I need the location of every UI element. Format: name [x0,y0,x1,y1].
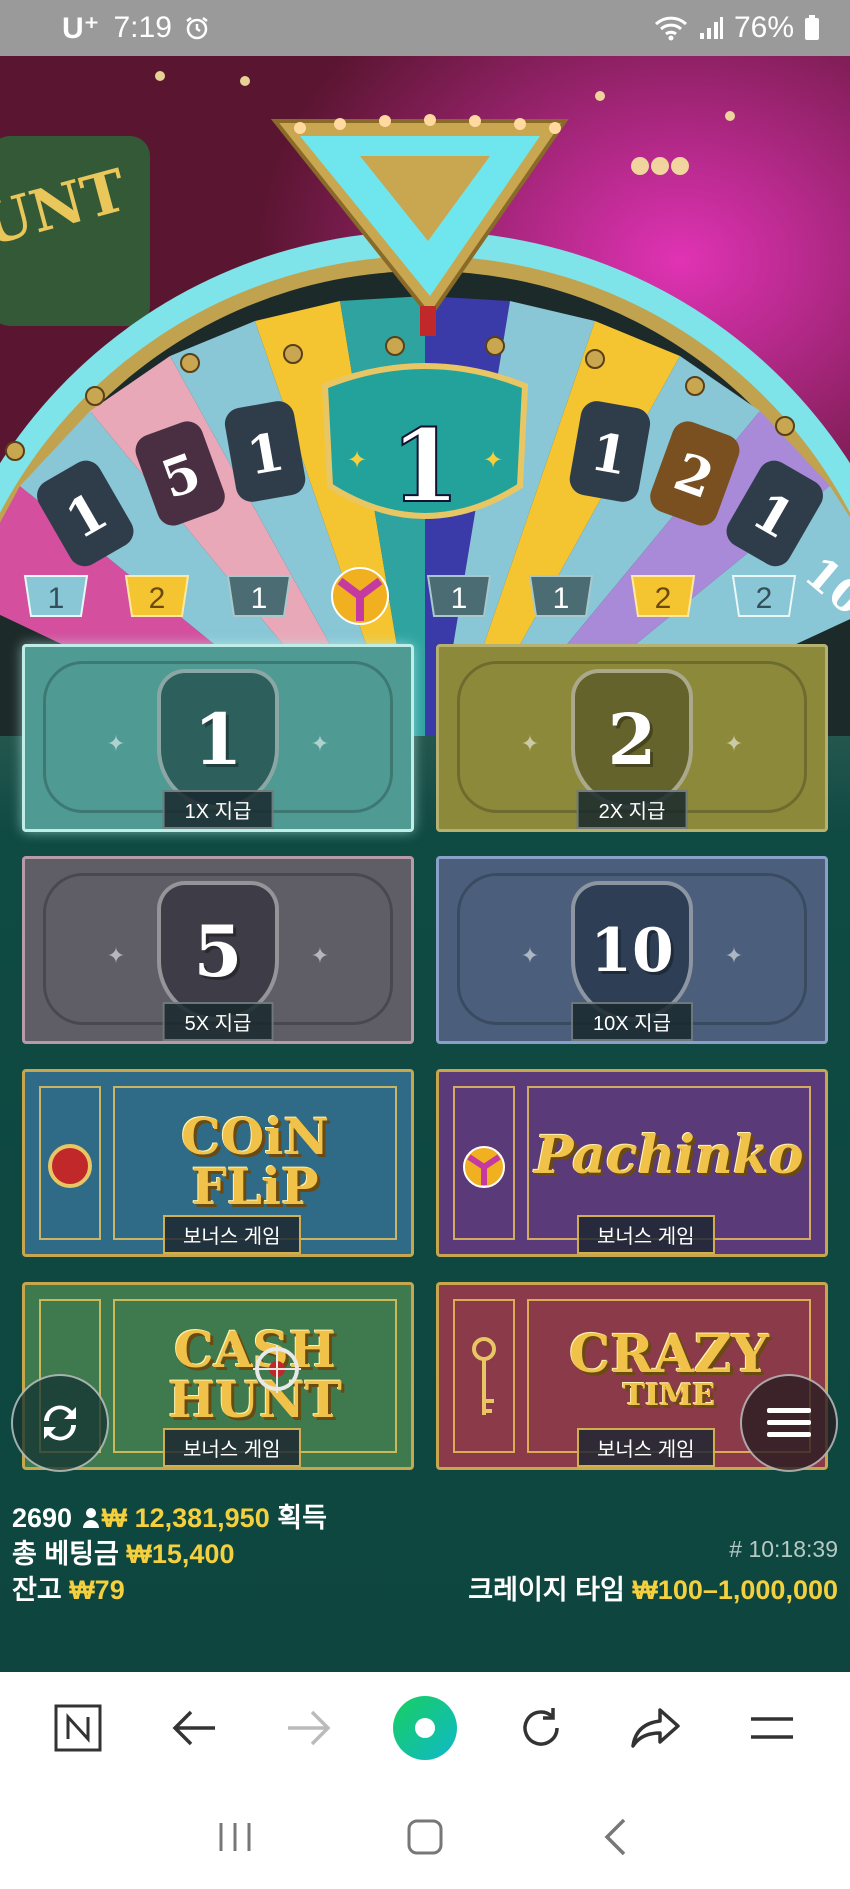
system-nav-bar [0,1784,850,1889]
green-dot-icon [392,1696,457,1760]
bet-tile-2[interactable]: 2 ✦ ✦ 2X 지급 [436,644,828,832]
hamburger-icon [767,1408,811,1437]
bet-tile-number: 5 [157,881,279,1021]
reload-button[interactable] [501,1688,581,1768]
winning-segment: 1 [390,407,460,525]
bet-tile-number: 2 [571,669,693,809]
wheel-tab-label: 1 [48,582,65,615]
back-arrow-icon [172,1710,215,1746]
bet-tile-label: 2X 지급 [576,790,688,829]
person-icon [82,1508,99,1528]
bonus-tile-label: 보너스 게임 [162,1215,301,1254]
naver-home-icon [54,1704,102,1752]
balance-label: 잔고 [12,1575,62,1605]
wheel-tab-label: 1 [553,582,570,615]
bonus-logo-line2: FLiP [191,1157,319,1216]
wifi-icon [654,14,688,42]
bet-limits: 크레이지 타임 ₩100–1,000,000 [468,1568,838,1607]
bet-tile-5[interactable]: 5 ✦ ✦ 5X 지급 [22,856,414,1044]
bonus-tile-coin-flip[interactable]: COiN FLiP 보너스 게임 [22,1069,414,1257]
candy-icon [463,1146,505,1188]
bet-tile-label: 5X 지급 [162,1002,274,1041]
limits-range: ₩100–1,000,000 [632,1575,838,1605]
carrier-label: U⁺ [62,11,100,45]
home-button[interactable] [385,1802,465,1872]
win-summary: 2690 ₩ 12,381,950 획득 [12,1496,327,1535]
svg-text:✦: ✦ [483,447,503,474]
wheel-tab-label: 2 [149,582,166,615]
wheel-tab-label: 1 [451,582,468,615]
system-back-button[interactable] [575,1802,655,1872]
total-bet-label: 총 베팅금 [12,1539,119,1569]
bet-tile-number: 1 [157,669,279,809]
browser-toolbar [0,1672,850,1784]
clock: 7:19 [113,11,172,44]
bonus-tile-pachinko[interactable]: Pachinko 보너스 게임 [436,1069,828,1257]
bet-tile-label: 1X 지급 [162,790,274,829]
wheel-tab-label: 2 [756,582,773,615]
balance: 잔고 ₩79 [12,1568,125,1607]
menu-icon [751,1717,794,1739]
total-bet: 총 베팅금 ₩15,400 [12,1532,234,1571]
naver-home-button[interactable] [38,1688,118,1768]
bonus-logo-line1: Pachinko [534,1125,804,1186]
wheel-tab-label: 1 [251,582,268,615]
target-icon [253,1345,301,1393]
browser-menu-button[interactable] [732,1688,812,1768]
bet-tile-number: 10 [571,881,693,1021]
bet-tile-1[interactable]: 1 ✦ ✦ 1X 지급 [22,644,414,832]
chevron-left-icon [604,1818,626,1855]
win-amount: ₩ 12,381,950 [101,1503,270,1533]
reload-icon [522,1708,559,1746]
alarm-icon [184,15,210,41]
coin-icon [48,1144,92,1188]
bet-tile-10[interactable]: 10 ✦ ✦ 10X 지급 [436,856,828,1044]
battery-level: 76% [733,11,794,44]
money-wheel: UNT 1 5 1 1 2 1 10 1 2 1 1 1 2 2 1 ✦ ✦ [0,56,850,736]
round-id: # 10:18:39 [729,1536,838,1562]
limits-label: 크레이지 타임 [468,1575,625,1605]
forward-button[interactable] [269,1688,349,1768]
share-button[interactable] [616,1688,696,1768]
share-icon [631,1708,681,1748]
repeat-icon [44,1405,76,1441]
recent-apps-icon [219,1822,251,1851]
svg-text:✦: ✦ [347,447,367,474]
forward-arrow-icon [288,1710,331,1746]
bonus-tile-label: 보너스 게임 [576,1215,715,1254]
naver-green-button[interactable] [385,1688,465,1768]
recent-apps-button[interactable] [195,1802,275,1872]
bonus-tile-label: 보너스 게임 [162,1428,301,1467]
balance-value: ₩79 [69,1575,125,1605]
key-icon [472,1337,496,1415]
game-area: UNT 1 5 1 1 2 1 10 1 2 1 1 1 2 2 1 ✦ ✦ 1… [0,56,850,1672]
player-count: 2690 [12,1503,73,1533]
win-suffix: 획득 [277,1503,327,1533]
status-bar: U⁺ 7:19 76% [0,0,850,56]
bonus-logo-line1: CRAZY [568,1324,770,1385]
game-menu-button[interactable] [740,1374,838,1472]
bonus-tile-label: 보너스 게임 [576,1428,715,1467]
wheel-tab-label: 2 [655,582,672,615]
battery-icon [804,15,820,41]
bet-tile-label: 10X 지급 [571,1002,693,1041]
repeat-bet-button[interactable] [11,1374,109,1472]
signal-icon [698,15,724,41]
home-icon [407,1819,443,1854]
back-button[interactable] [154,1688,234,1768]
bonus-logo-line1: COiN [180,1107,330,1166]
total-bet-value: ₩15,400 [126,1539,235,1569]
